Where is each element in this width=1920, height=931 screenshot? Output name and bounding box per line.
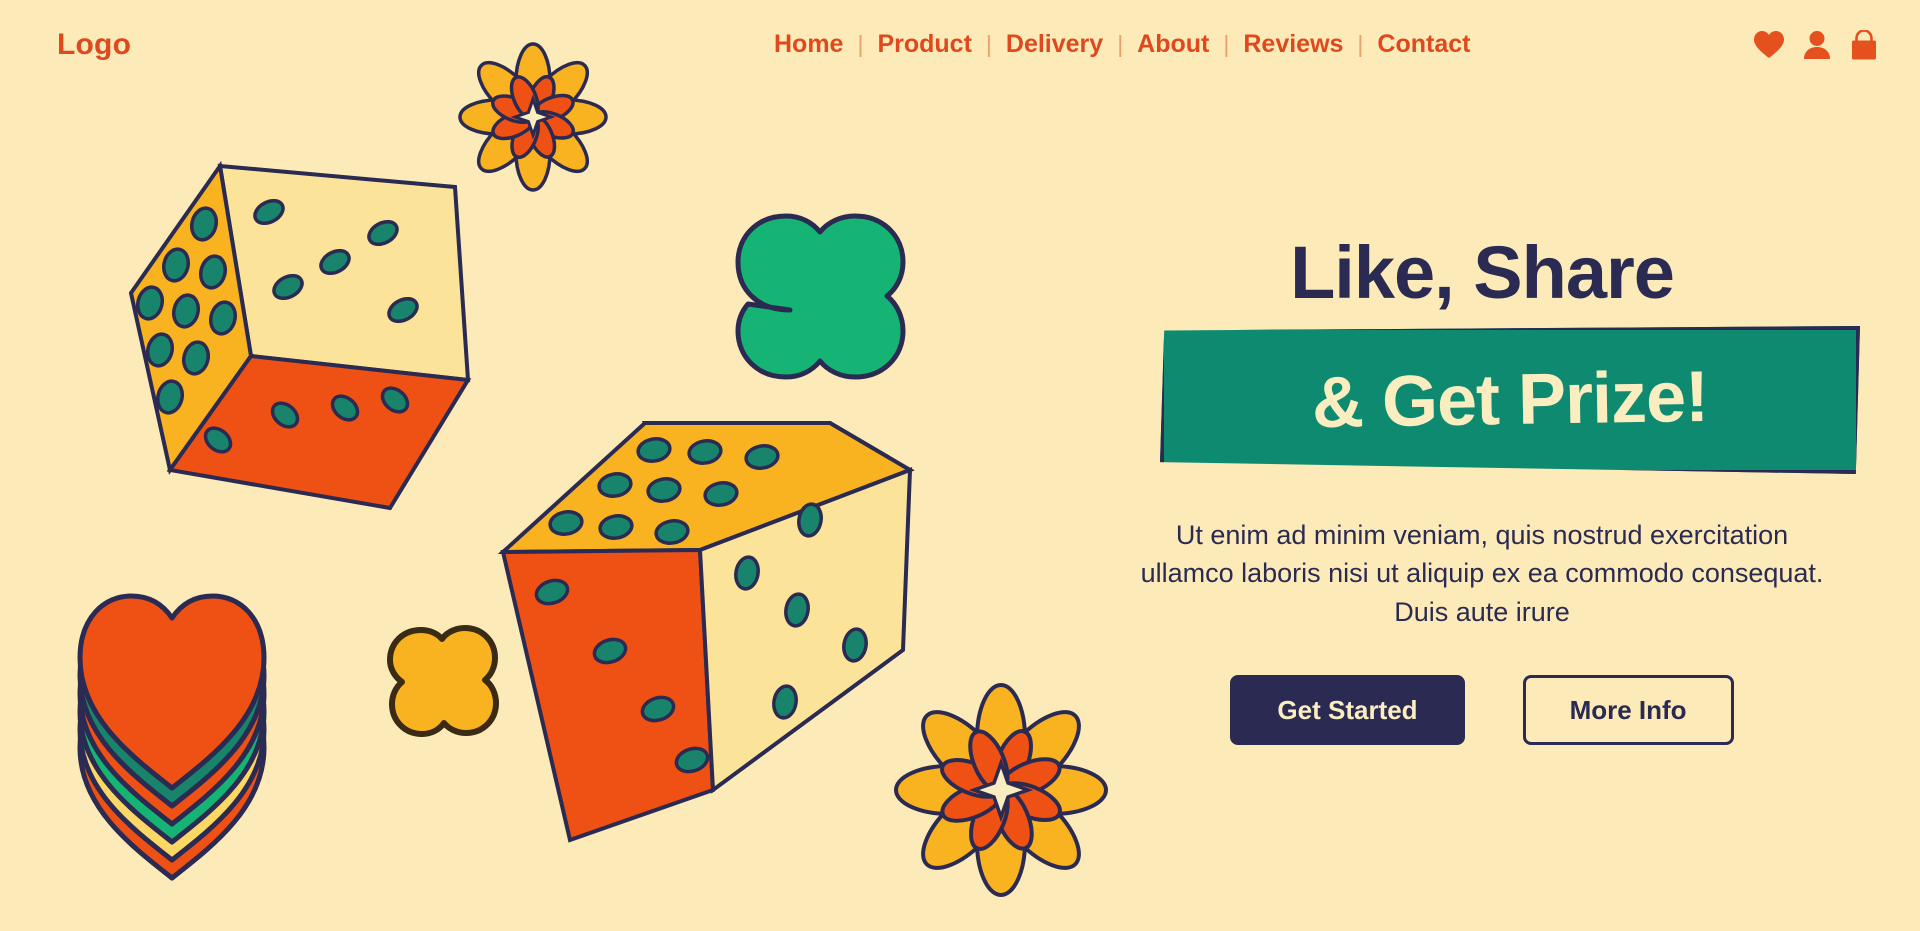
clover-green xyxy=(735,213,906,380)
clover-amber xyxy=(387,625,499,737)
more-info-button[interactable]: More Info xyxy=(1522,674,1734,745)
nav-item-product[interactable]: Product xyxy=(863,30,985,59)
user-icon[interactable] xyxy=(1804,31,1830,59)
hero-title-banner: & Get Prize! xyxy=(1160,326,1860,474)
landing-page: Logo Home | Product | Delivery | About |… xyxy=(0,0,1920,931)
logo[interactable]: Logo xyxy=(57,28,131,62)
hero-title-line1: Like, Share xyxy=(1290,231,1675,314)
dice-top-left xyxy=(128,160,472,511)
heart-stack xyxy=(77,593,267,881)
nav-item-reviews[interactable]: Reviews xyxy=(1229,30,1357,59)
shopping-bag-icon[interactable] xyxy=(1850,30,1878,60)
main-navigation: Home | Product | Delivery | About | Revi… xyxy=(760,30,1484,59)
flower-large-bottom xyxy=(894,683,1108,897)
hero-title-line2: & Get Prize! xyxy=(1311,356,1709,444)
nav-item-delivery[interactable]: Delivery xyxy=(992,30,1117,59)
dice-center xyxy=(497,421,915,843)
header-icon-group xyxy=(1754,30,1878,60)
heart-icon[interactable] xyxy=(1754,31,1784,59)
site-header: Logo Home | Product | Delivery | About |… xyxy=(0,0,1920,92)
nav-item-home[interactable]: Home xyxy=(760,30,857,59)
hero-description: Ut enim ad minim veniam, quis nostrud ex… xyxy=(1140,520,1824,627)
hero-section: Like, Share & Get Prize! Ut enim ad mini… xyxy=(1102,236,1862,745)
hero-action-buttons: Get Started More Info xyxy=(1102,674,1862,745)
nav-item-contact[interactable]: Contact xyxy=(1363,30,1484,59)
nav-item-about[interactable]: About xyxy=(1123,30,1223,59)
get-started-button[interactable]: Get Started xyxy=(1230,674,1465,745)
